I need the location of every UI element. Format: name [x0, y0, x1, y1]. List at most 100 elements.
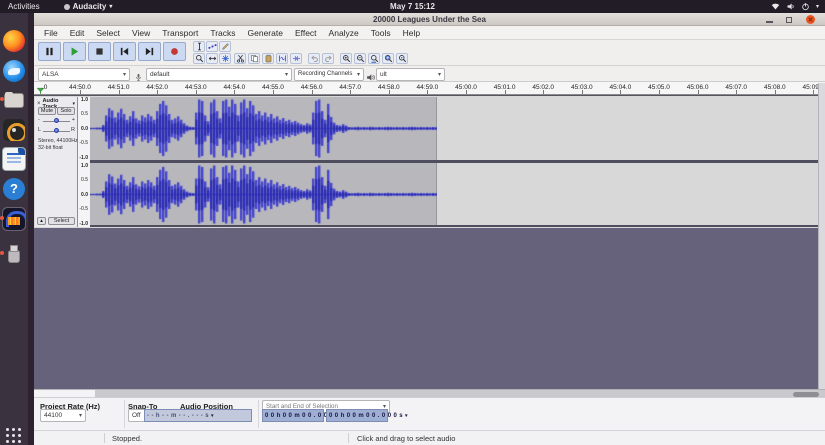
selection-end-field[interactable]: 0 0 h 0 0 m 0 0 . 0 0 0 s ▾ — [326, 409, 388, 422]
redo-button[interactable] — [322, 53, 334, 64]
empty-project-area[interactable] — [34, 228, 825, 389]
playback-device-select[interactable]: ult▾ — [376, 68, 445, 81]
cut-button[interactable] — [234, 53, 246, 64]
recording-channels-value: Recording Channels — [298, 71, 352, 77]
draw-button[interactable] — [219, 41, 231, 52]
clock[interactable]: May 7 15:12 — [0, 2, 825, 11]
dock-item-firefox[interactable] — [3, 30, 25, 52]
menu-analyze[interactable]: Analyze — [323, 26, 365, 40]
timeline-tick — [736, 90, 737, 94]
menu-edit[interactable]: Edit — [64, 26, 91, 40]
stop-button[interactable] — [88, 42, 111, 61]
collapse-track-button[interactable]: ▴ — [37, 217, 46, 225]
menu-generate[interactable]: Generate — [242, 26, 289, 40]
multi-button[interactable] — [219, 53, 231, 64]
vruler-label: -0.5 — [79, 140, 88, 146]
project-rate-value: 44100 — [44, 412, 62, 419]
timeline-label-fragment: .0 — [42, 84, 47, 91]
zoom-in-button[interactable] — [340, 53, 352, 64]
zoomtool-button[interactable] — [193, 53, 205, 64]
chevron-down-icon: ▾ — [816, 3, 819, 10]
gain-slider[interactable]: - + — [38, 117, 75, 126]
zoom-toggle-button[interactable] — [396, 53, 408, 64]
audio-host-select[interactable]: ALSA▾ — [38, 68, 130, 81]
status-bar: Stopped. Click and drag to select audio — [34, 430, 825, 445]
gain-thumb[interactable] — [54, 118, 59, 123]
undo-button[interactable] — [308, 53, 320, 64]
dock-item-app-grid[interactable] — [3, 425, 25, 445]
recording-channels-select[interactable]: Recording Channels▾ — [294, 68, 364, 81]
track-bottom-edge[interactable] — [90, 225, 825, 227]
scrollbar-thumb[interactable] — [793, 392, 819, 397]
pan-thumb[interactable] — [54, 128, 59, 133]
dock-item-usb[interactable] — [3, 243, 25, 265]
selection-button[interactable] — [193, 41, 205, 52]
skip-end-button[interactable] — [138, 42, 161, 61]
window-title: 20000 Leagues Under the Sea — [34, 13, 825, 26]
pause-button[interactable] — [38, 42, 61, 61]
waveform-channel-left[interactable] — [90, 97, 437, 160]
selection-start-field[interactable]: 0 0 h 0 0 m 0 0 . 0 0 0 s ▾ — [262, 409, 324, 422]
zoom-fit-button[interactable] — [382, 53, 394, 64]
project-rate-select[interactable]: 44100 ▾ — [40, 409, 86, 422]
horizontal-scrollbar[interactable] — [34, 389, 825, 397]
menu-tools[interactable]: Tools — [365, 26, 397, 40]
dock-item-files[interactable] — [3, 89, 25, 111]
writer-icon — [3, 148, 25, 170]
timeshift-button[interactable] — [206, 53, 218, 64]
zoom-out-button[interactable] — [354, 53, 366, 64]
menu-select[interactable]: Select — [90, 26, 126, 40]
envelope-button[interactable] — [206, 41, 218, 52]
audio-position-field[interactable]: - - h - - m - - . - - - s ▾ — [144, 409, 252, 422]
chevron-down-icon: ▾ — [405, 413, 408, 419]
chevron-down-icon: ▾ — [354, 71, 360, 78]
vruler-label: -0.5 — [79, 206, 88, 212]
dock-item-rhythmbox[interactable] — [3, 119, 25, 141]
mute-button[interactable]: Mute — [38, 107, 56, 115]
menu-help[interactable]: Help — [397, 26, 426, 40]
paste-button[interactable] — [262, 53, 274, 64]
track-control-panel[interactable]: × Audio Track ▾ Mute Solo - + L R Stereo… — [35, 97, 78, 227]
volume-icon — [786, 2, 795, 11]
help-icon: ? — [3, 178, 25, 200]
menu-transport[interactable]: Transport — [156, 26, 204, 40]
zoom-selection-button[interactable] — [368, 53, 380, 64]
select-track-button[interactable]: Select — [48, 217, 75, 225]
record-button[interactable] — [163, 42, 186, 61]
track-format-info2: 32-bit float — [38, 145, 63, 151]
timeline-tick — [427, 90, 428, 94]
timeline-ruler[interactable]: .0 44:50.044:51.044:52.044:53.044:54.044… — [34, 82, 825, 95]
menu-file[interactable]: File — [38, 26, 64, 40]
ubuntu-topbar: Activities Audacity ▾ May 7 15:12 ▾ — [0, 0, 825, 13]
pan-slider[interactable]: L R — [38, 127, 75, 136]
power-icon — [801, 2, 810, 11]
channel-separator[interactable] — [90, 160, 825, 163]
system-tray[interactable]: ▾ — [771, 0, 819, 13]
pan-right-label: R — [71, 127, 75, 133]
trim-button[interactable] — [276, 53, 288, 64]
dock-item-writer[interactable] — [3, 148, 25, 170]
vertical-scrollbar[interactable] — [818, 83, 825, 389]
waveform-zone[interactable] — [90, 97, 825, 227]
dock-item-help[interactable]: ? — [3, 178, 25, 200]
menu-view[interactable]: View — [126, 26, 156, 40]
dock-item-thunderbird[interactable] — [3, 60, 25, 82]
skip-start-button[interactable] — [113, 42, 136, 61]
solo-button[interactable]: Solo — [57, 107, 75, 115]
minimize-button[interactable] — [766, 21, 773, 23]
menu-effect[interactable]: Effect — [289, 26, 323, 40]
copy-button[interactable] — [248, 53, 260, 64]
silence-button[interactable] — [290, 53, 302, 64]
waveform-channel-right[interactable] — [90, 163, 437, 226]
dock-item-audacity[interactable] — [3, 208, 25, 230]
close-button[interactable] — [806, 15, 815, 24]
maximize-button[interactable] — [786, 17, 792, 23]
window-titlebar[interactable]: 20000 Leagues Under the Sea — [34, 13, 825, 26]
timeline-tick — [582, 90, 583, 94]
menu-tracks[interactable]: Tracks — [204, 26, 241, 40]
files-icon — [3, 89, 25, 111]
chevron-down-icon: ▾ — [282, 71, 288, 78]
play-button[interactable] — [63, 42, 86, 61]
recording-device-select[interactable]: default▾ — [146, 68, 292, 81]
timeline-tick — [620, 90, 621, 94]
